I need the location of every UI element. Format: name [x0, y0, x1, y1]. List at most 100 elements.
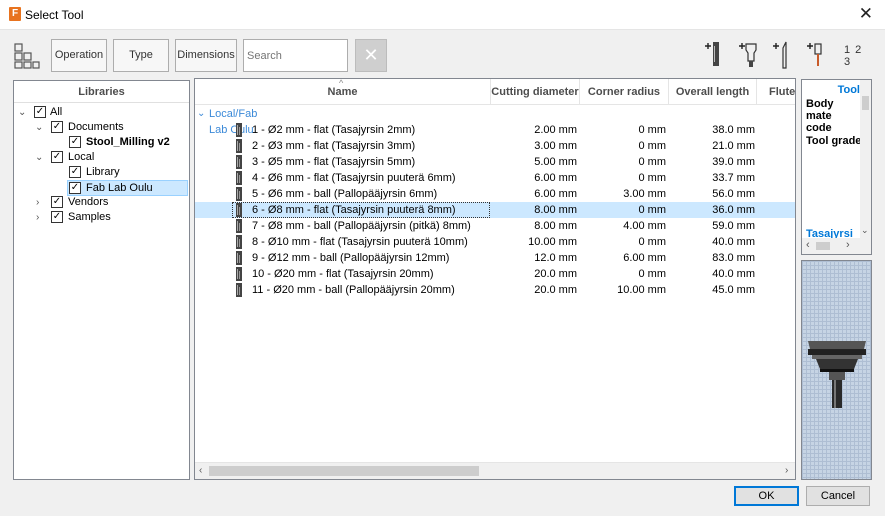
cell-length: 21.0 mm: [712, 140, 755, 152]
table-row[interactable]: 11 - Ø20 mm - ball (Pallopääjyrsin 20mm)…: [195, 282, 795, 298]
table-row[interactable]: 4 - Ø6 mm - flat (Tasajyrsin puuterä 6mm…: [195, 170, 795, 186]
column-header-name[interactable]: ^ Name: [195, 79, 491, 105]
tree-item-vendors[interactable]: › ✓ Vendors: [14, 195, 189, 210]
view-mode-icon[interactable]: [14, 43, 40, 69]
column-header-overall-length[interactable]: Overall length: [669, 79, 757, 105]
end-mill-icon: [236, 171, 242, 185]
scrollbar-thumb[interactable]: [209, 466, 479, 476]
cell-radius: 0 mm: [638, 156, 667, 168]
search-input[interactable]: [243, 39, 348, 72]
table-row[interactable]: 1 - Ø2 mm - flat (Tasajyrsin 2mm) 2.00 mm…: [195, 122, 795, 138]
add-mill-tool-icon[interactable]: [703, 40, 727, 70]
table-row[interactable]: 3 - Ø5 mm - flat (Tasajyrsin 5mm) 5.00 mm…: [195, 154, 795, 170]
cell-radius: 0 mm: [638, 204, 667, 216]
tool-info-panel: Tool Body mate code Tool grade Tasajyrsi…: [801, 79, 872, 255]
table-row[interactable]: 8 - Ø10 mm - flat (Tasajyrsin puuterä 10…: [195, 234, 795, 250]
cell-name: 1 - Ø2 mm - flat (Tasajyrsin 2mm): [252, 124, 416, 136]
cell-length: 45.0 mm: [712, 284, 755, 296]
end-mill-icon: [236, 251, 242, 265]
horizontal-scrollbar[interactable]: ‹ ›: [195, 462, 795, 479]
scroll-down-icon[interactable]: ⌄: [861, 225, 869, 236]
table-row[interactable]: 9 - Ø12 mm - ball (Pallopääjyrsin 12mm) 1…: [195, 250, 795, 266]
scroll-left-icon[interactable]: ‹: [806, 239, 810, 251]
chevron-down-icon[interactable]: ⌄: [35, 120, 45, 135]
tool-info-content: Tool Body mate code Tool grade Tasajyrsi: [802, 80, 860, 240]
tree-item-stool-milling[interactable]: ✓ Stool_Milling v2: [14, 135, 189, 150]
scroll-left-icon[interactable]: ‹: [199, 465, 202, 476]
checkbox-checked-icon[interactable]: ✓: [51, 211, 63, 223]
vertical-scrollbar[interactable]: ⌄: [860, 80, 871, 238]
tree-item-label: All: [50, 106, 63, 118]
scroll-right-icon[interactable]: ›: [785, 465, 788, 476]
horizontal-scrollbar[interactable]: ‹ ›: [802, 238, 871, 254]
cell-radius: 6.00 mm: [623, 252, 666, 264]
tree-item-documents[interactable]: ⌄ ✓ Documents: [14, 120, 189, 135]
tree-item-label: Local: [68, 151, 95, 163]
scrollbar-thumb[interactable]: [862, 96, 869, 110]
add-holder-tool-icon[interactable]: [737, 40, 761, 70]
column-header-cutting-diameter[interactable]: Cutting diameter: [491, 79, 580, 105]
cell-radius: 0 mm: [638, 172, 667, 184]
cell-name: 5 - Ø6 mm - ball (Pallopääjyrsin 6mm): [252, 188, 438, 200]
cell-diameter: 10.00 mm: [528, 236, 577, 248]
tool-preview-icon: [808, 341, 866, 408]
cell-length: 59.0 mm: [712, 220, 755, 232]
app-icon: F: [9, 7, 21, 21]
cell-name: 4 - Ø6 mm - flat (Tasajyrsin puuterä 6mm…: [252, 172, 456, 184]
cell-length: 83.0 mm: [712, 252, 755, 264]
column-header-flute[interactable]: Flute: [757, 79, 795, 105]
cell-name: 3 - Ø5 mm - flat (Tasajyrsin 5mm): [252, 156, 416, 168]
checkbox-checked-icon[interactable]: ✓: [51, 196, 63, 208]
table-row[interactable]: 5 - Ø6 mm - ball (Pallopääjyrsin 6mm) 6.0…: [195, 186, 795, 202]
table-row[interactable]: 2 - Ø3 mm - flat (Tasajyrsin 3mm) 3.00 mm…: [195, 138, 795, 154]
close-icon[interactable]: ✕: [859, 5, 873, 23]
tree-item-label: Documents: [68, 121, 124, 133]
column-header-corner-radius[interactable]: Corner radius: [580, 79, 669, 105]
cell-diameter: 8.00 mm: [534, 220, 577, 232]
tree-item-label: Vendors: [68, 196, 109, 208]
operation-filter-button[interactable]: Operation: [51, 39, 107, 72]
add-drill-tool-icon[interactable]: [771, 40, 795, 70]
cell-length: 56.0 mm: [712, 188, 755, 200]
checkbox-checked-icon[interactable]: ✓: [51, 121, 63, 133]
type-filter-button[interactable]: Type: [113, 39, 169, 72]
libraries-header: Libraries: [14, 81, 189, 103]
tree-item-local[interactable]: ⌄ ✓ Local: [14, 150, 189, 165]
chevron-down-icon[interactable]: ⌄: [18, 105, 28, 120]
cell-diameter: 12.0 mm: [534, 252, 577, 264]
chevron-right-icon[interactable]: ›: [36, 195, 46, 210]
checkbox-checked-icon[interactable]: ✓: [69, 166, 81, 178]
tree-item-samples[interactable]: › ✓ Samples: [14, 210, 189, 225]
tree-item-all[interactable]: ⌄ ✓ All: [14, 105, 189, 120]
cell-diameter: 6.00 mm: [534, 172, 577, 184]
add-probe-tool-icon[interactable]: [805, 40, 829, 70]
checkbox-checked-icon[interactable]: ✓: [34, 106, 46, 118]
chevron-down-icon[interactable]: ⌄: [197, 106, 205, 122]
numbering-label: 1 2 3: [844, 44, 863, 68]
table-row[interactable]: 7 - Ø8 mm - ball (Pallopääjyrsin (pitkä)…: [195, 218, 795, 234]
end-mill-icon: [236, 219, 242, 233]
clear-search-button[interactable]: ✕: [355, 39, 387, 72]
dimensions-filter-button[interactable]: Dimensions: [175, 39, 237, 72]
table-row[interactable]: 6 - Ø8 mm - flat (Tasajyrsin puuterä 8mm…: [195, 202, 795, 218]
table-row[interactable]: 10 - Ø20 mm - flat (Tasajyrsin 20mm) 20.0…: [195, 266, 795, 282]
cell-diameter: 8.00 mm: [534, 204, 577, 216]
window-title: Select Tool: [25, 8, 84, 22]
cell-diameter: 2.00 mm: [534, 124, 577, 136]
numbering-icon[interactable]: 1 2 3: [842, 42, 872, 70]
tree-item-fab-lab-oulu[interactable]: ✓ Fab Lab Oulu: [67, 180, 188, 196]
scrollbar-thumb[interactable]: [816, 242, 830, 250]
checkbox-checked-icon[interactable]: ✓: [69, 136, 81, 148]
grid-header: ^ Name Cutting diameter Corner radius Ov…: [195, 79, 795, 105]
cell-radius: 0 mm: [638, 124, 667, 136]
cell-diameter: 20.0 mm: [534, 284, 577, 296]
tree-item-library[interactable]: ✓ Library: [14, 165, 189, 180]
cancel-button[interactable]: Cancel: [806, 486, 870, 506]
ok-button[interactable]: OK: [734, 486, 799, 506]
checkbox-checked-icon[interactable]: ✓: [51, 151, 63, 163]
tree-item-label: Samples: [68, 211, 111, 223]
chevron-down-icon[interactable]: ⌄: [35, 150, 45, 165]
scroll-right-icon[interactable]: ›: [846, 239, 850, 251]
chevron-right-icon[interactable]: ›: [36, 210, 46, 225]
checkbox-checked-icon[interactable]: ✓: [69, 182, 81, 194]
